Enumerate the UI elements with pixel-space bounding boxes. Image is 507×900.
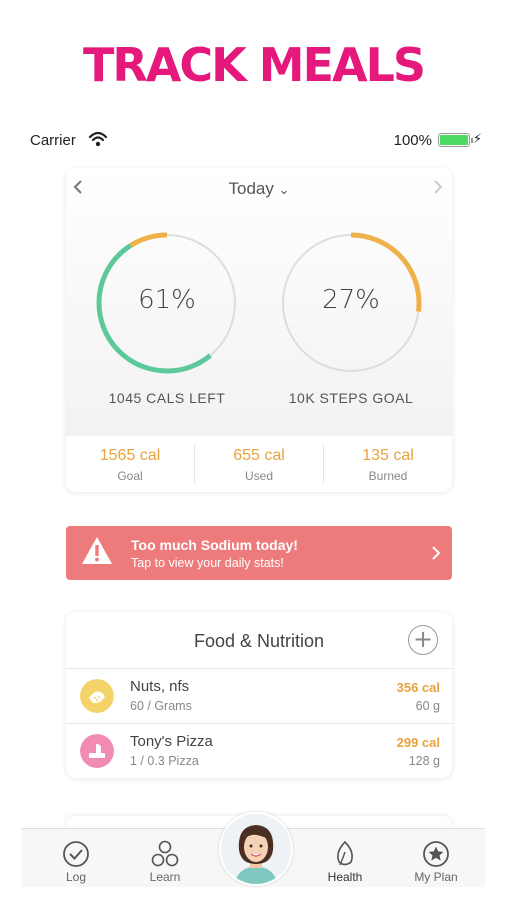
tab-my-plan-label: My Plan: [414, 870, 458, 884]
calories-percent: 61%: [138, 285, 196, 315]
stat-goal-label: Goal: [117, 469, 143, 483]
stat-used[interactable]: 655 cal Used: [195, 444, 324, 484]
chevron-right-icon: [434, 180, 443, 194]
steps-percent: 27%: [322, 285, 380, 315]
nuts-icon: [80, 679, 114, 713]
battery-percent: 100%: [393, 132, 432, 149]
food-section-title: Food & Nutrition: [193, 631, 325, 651]
stat-burned[interactable]: 135 cal Burned: [324, 444, 452, 484]
charging-icon: ⚡: [472, 131, 482, 146]
tab-log[interactable]: Log: [36, 829, 116, 884]
warning-icon: [82, 537, 112, 564]
food-item-calories: 299 cal: [396, 735, 440, 750]
coach-avatar: [221, 814, 291, 884]
stat-burned-value: 135 cal: [362, 447, 414, 464]
promo-headline: TRACK MEALS: [82, 38, 426, 92]
stat-burned-label: Burned: [368, 469, 408, 483]
steps-caption: 10K STEPS GOAL: [288, 390, 414, 406]
tab-health[interactable]: Health: [305, 829, 385, 884]
coach-avatar-button[interactable]: [219, 812, 293, 886]
food-item-quantity: 60 / Grams: [130, 699, 192, 713]
food-item-quantity: 1 / 0.3 Pizza: [130, 754, 199, 768]
alert-subtitle: Tap to view your daily stats!: [131, 556, 284, 570]
sodium-alert-banner[interactable]: Too much Sodium today! Tap to view your …: [66, 526, 452, 580]
status-bar: Carrier 100% ⚡: [30, 130, 482, 152]
stat-goal[interactable]: 1565 cal Goal: [66, 444, 195, 484]
date-label: Today: [228, 179, 274, 198]
daily-summary-card: Today ⌄ 61% 1045 CALS LEFT 27% 10K STEPS…: [66, 168, 452, 492]
next-day-button[interactable]: [432, 178, 444, 201]
tab-log-label: Log: [65, 870, 87, 884]
date-selector[interactable]: Today ⌄: [66, 179, 452, 199]
circles-icon: [151, 840, 179, 867]
add-food-button[interactable]: +: [408, 625, 438, 655]
food-item-name: Nuts, nfs: [130, 678, 190, 695]
chevron-right-icon: [432, 546, 441, 560]
leaf-icon: [337, 840, 353, 866]
stat-used-label: Used: [244, 469, 273, 483]
food-nutrition-card: Food & Nutrition + Nuts, nfs 60 / Grams …: [66, 612, 452, 778]
food-item-name: Tony's Pizza: [130, 733, 213, 750]
pizza-icon: [80, 734, 114, 768]
tab-learn-label: Learn: [149, 870, 181, 884]
food-item-weight: 128 g: [408, 754, 440, 768]
food-item-calories: 356 cal: [396, 680, 440, 695]
calorie-stats: 1565 cal Goal 655 cal Used 135 cal Burne…: [66, 436, 452, 492]
plus-icon: +: [412, 625, 434, 653]
alert-title: Too much Sodium today!: [131, 537, 298, 553]
star-circle-icon: [423, 841, 449, 867]
tab-my-plan[interactable]: My Plan: [396, 829, 476, 884]
food-item-row[interactable]: Tony's Pizza 1 / 0.3 Pizza 299 cal 128 g: [66, 724, 452, 778]
stat-used-value: 655 cal: [233, 447, 285, 464]
food-item-weight: 60 g: [415, 699, 440, 713]
wifi-icon: [88, 131, 108, 147]
food-item-row[interactable]: Nuts, nfs 60 / Grams 356 cal 60 g: [66, 669, 452, 724]
battery-icon: [438, 133, 470, 147]
tab-learn[interactable]: Learn: [125, 829, 205, 884]
stat-goal-value: 1565 cal: [99, 447, 161, 464]
check-circle-icon: [63, 841, 89, 867]
tab-health-label: Health: [327, 870, 363, 884]
chevron-down-icon: ⌄: [278, 182, 290, 197]
calories-caption: 1045 CALS LEFT: [108, 390, 226, 406]
carrier-label: Carrier: [30, 132, 76, 149]
